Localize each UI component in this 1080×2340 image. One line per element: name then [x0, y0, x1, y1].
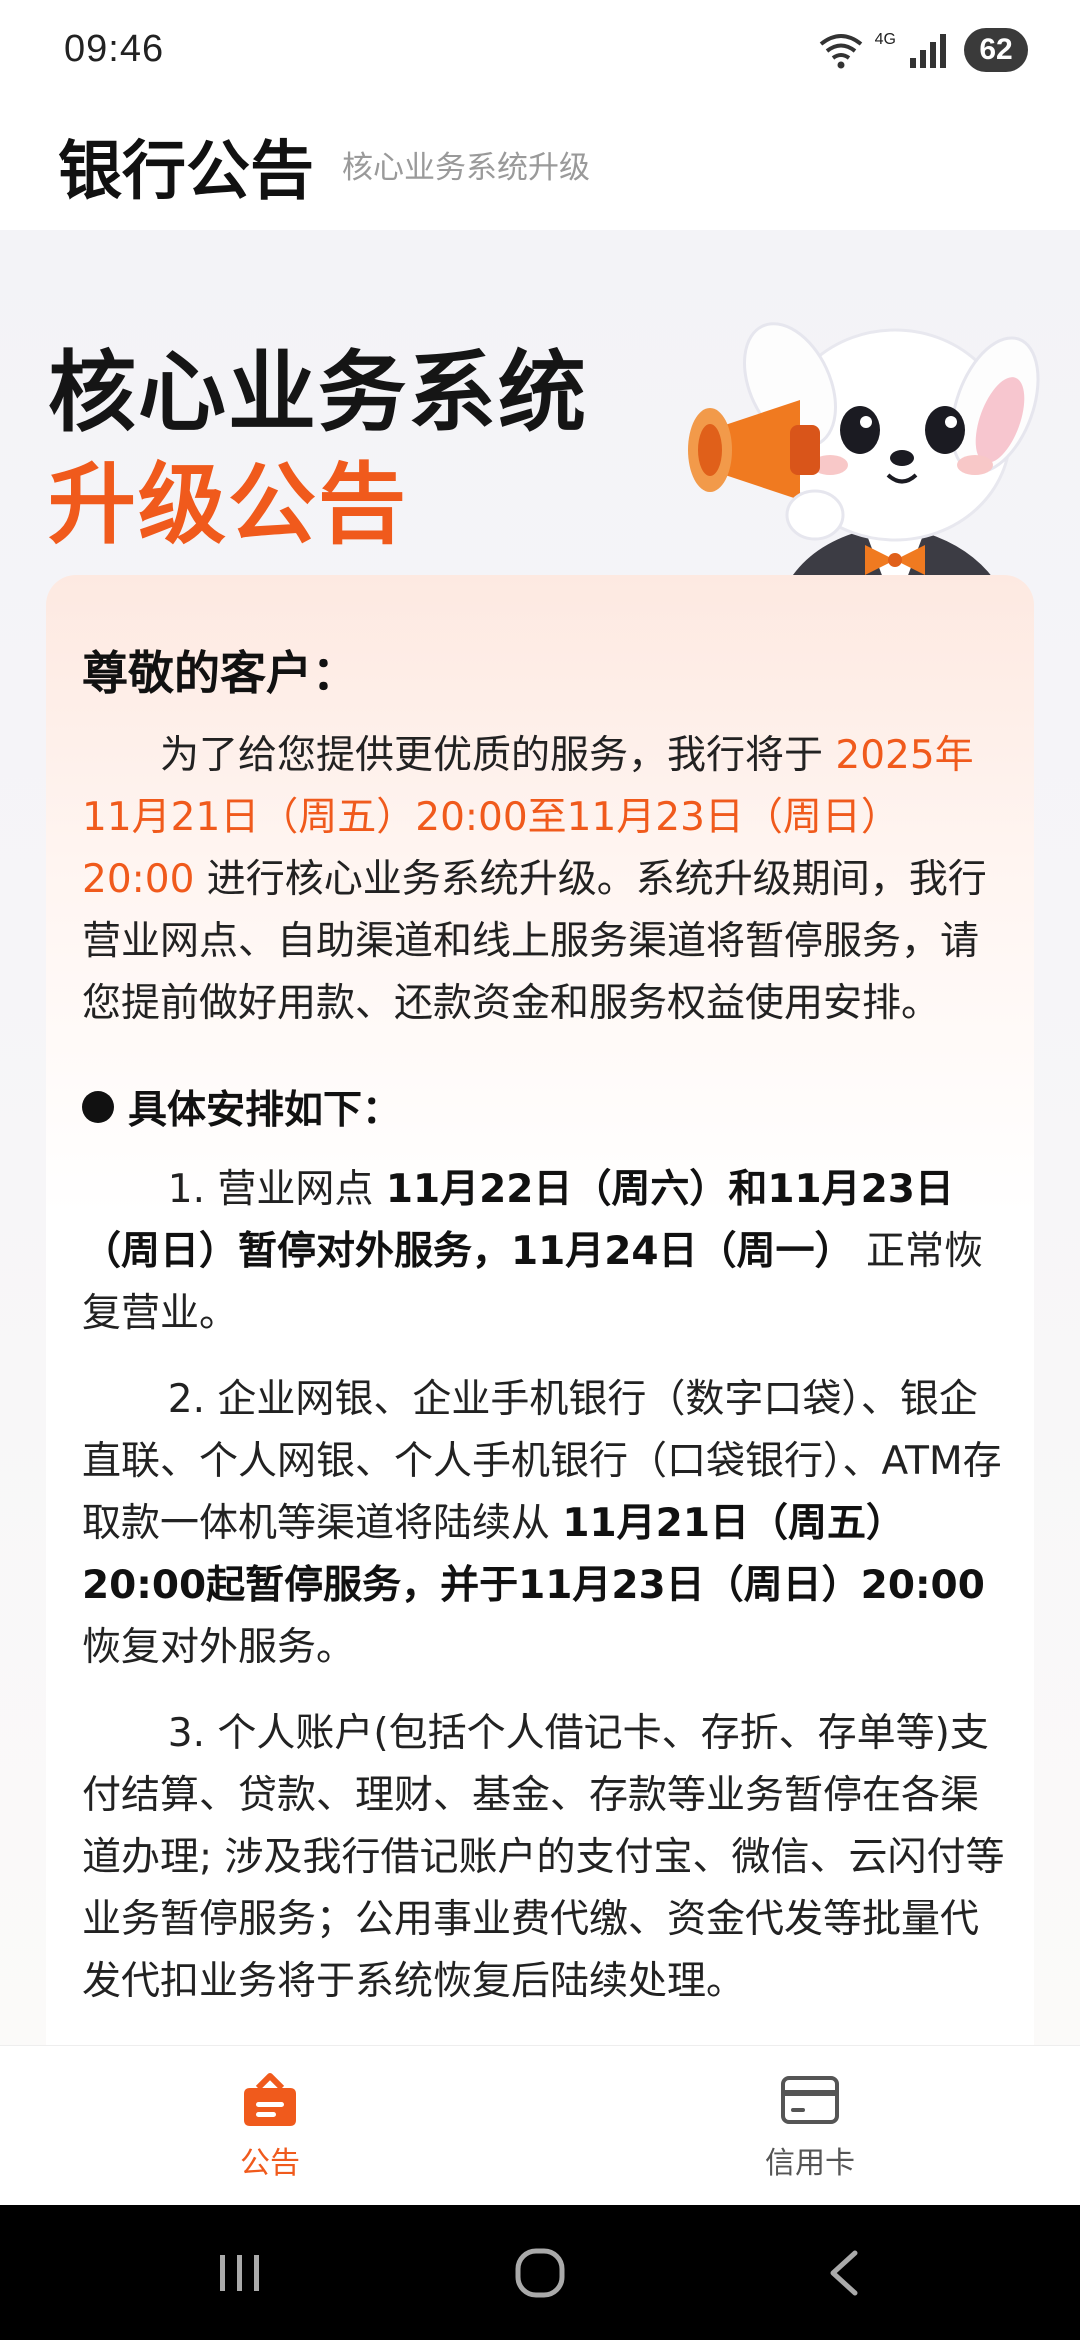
bullet-dot-icon	[82, 1091, 114, 1123]
intro-paragraph: 为了给您提供更优质的服务，我行将于 2025年11月21日（周五）20:00至1…	[82, 725, 1006, 1035]
list-item: 2. 企业网银、企业手机银行（数字口袋）、银企直联、个人网银、个人手机银行（口袋…	[82, 1369, 1006, 1679]
page-title: 银行公告	[58, 135, 314, 209]
wifi-icon	[819, 34, 862, 69]
hero-title: 核心业务系统	[48, 341, 589, 444]
intro-text-rest: 进行核心业务系统升级。系统升级期间，我行营业网点、自助渠道和线上服务渠道将暂停服…	[82, 857, 987, 1026]
back-icon[interactable]	[815, 2245, 875, 2301]
greeting: 尊敬的客户：	[82, 646, 358, 700]
notice-card: 尊敬的客户： 为了给您提供更优质的服务，我行将于 2025年11月21日（周五）…	[46, 575, 1034, 2045]
notice-body: 为了给您提供更优质的服务，我行将于 2025年11月21日（周五）20:00至1…	[82, 725, 1006, 2013]
list-item: 1. 营业网点 11月22日（周六）和11月23日（周日）暂停对外服务，11月2…	[82, 1159, 1006, 1345]
section-title: 具体安排如下：	[82, 1079, 1006, 1135]
nav-item-credit-card[interactable]: 信用卡	[680, 2070, 940, 2182]
home-icon[interactable]	[510, 2245, 570, 2301]
nav-label-announcement: 公告	[240, 2146, 300, 2181]
nav-label-credit-card: 信用卡	[765, 2146, 855, 2181]
item-text: 3. 个人账户(包括个人借记卡、存折、存单等)支付结算、贷款、理财、基金、存款等…	[82, 1711, 1005, 2004]
intro-text: 为了给您提供更优质的服务，我行将于	[160, 733, 836, 778]
page-subtitle: 核心业务系统升级	[342, 150, 590, 186]
section-title-text: 具体安排如下：	[128, 1088, 402, 1133]
announcement-icon	[244, 2073, 296, 2126]
network-type-label: 4G	[874, 31, 896, 48]
bottom-nav: 公告 信用卡	[0, 2045, 1080, 2205]
app-header: 银行公告 核心业务系统升级	[0, 100, 1080, 230]
system-nav-bar	[0, 2205, 1080, 2340]
list-item: 3. 个人账户(包括个人借记卡、存折、存单等)支付结算、贷款、理财、基金、存款等…	[82, 1703, 1006, 2013]
item-text-suffix: 恢复对外服务。	[82, 1625, 356, 1670]
item-text: 1. 营业网点	[167, 1167, 386, 1212]
status-time: 09:46	[64, 28, 165, 70]
hero-title-accent: 升级公告	[48, 453, 409, 556]
recent-apps-icon[interactable]	[210, 2245, 270, 2301]
announcement-content[interactable]: 核心业务系统 升级公告 尊敬的客户： 为了给您提供更优质的服务，我行将于 202…	[0, 230, 1080, 2045]
nav-item-announcement[interactable]: 公告	[140, 2070, 400, 2182]
credit-card-icon	[781, 2076, 839, 2124]
status-icons: 4G 62	[817, 26, 1028, 74]
status-bar: 09:46 4G 62	[0, 0, 1080, 100]
signal-icon	[910, 34, 946, 68]
battery-indicator: 62	[964, 28, 1028, 72]
